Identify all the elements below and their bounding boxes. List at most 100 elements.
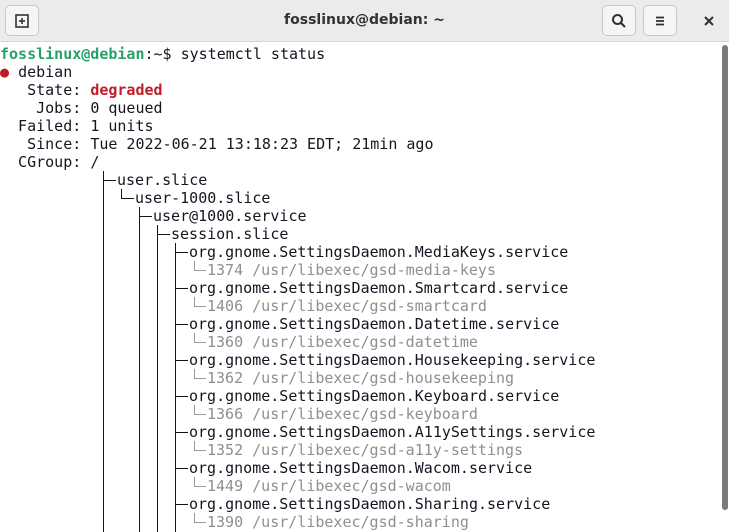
service-name: org.gnome.SettingsDaemon.Smartcard.servi… bbox=[189, 279, 569, 297]
process-line: 1352 /usr/libexec/gsd-a11y-settings bbox=[207, 441, 523, 459]
status-failed: Failed: 1 units bbox=[0, 117, 154, 135]
process-pid: 1406 bbox=[207, 297, 244, 315]
tree-line bbox=[194, 261, 195, 270]
status-value: Tue 2022-06-21 13:18:23 EDT; 21min ago bbox=[90, 135, 434, 153]
service-name: org.gnome.SettingsDaemon.MediaKeys.servi… bbox=[189, 243, 569, 261]
tree-line bbox=[175, 432, 188, 433]
process-line: 1362 /usr/libexec/gsd-housekeeping bbox=[207, 369, 514, 387]
process-pid: 1360 bbox=[207, 333, 244, 351]
tree-line bbox=[121, 189, 122, 198]
status-dot-icon: ● bbox=[0, 63, 10, 81]
tree-line bbox=[175, 360, 188, 361]
hamburger-menu-icon bbox=[656, 16, 664, 25]
tree-line bbox=[194, 405, 195, 414]
process-pid: 1374 bbox=[207, 261, 244, 279]
prompt-user: fosslinux@debian bbox=[0, 45, 145, 63]
process-cmd: /usr/libexec/gsd-keyboard bbox=[252, 405, 478, 423]
tree-line bbox=[121, 198, 134, 199]
status-label: Since: bbox=[0, 135, 91, 153]
status-label: Failed: bbox=[0, 117, 91, 135]
tree-line bbox=[194, 270, 206, 271]
tree-line bbox=[194, 414, 206, 415]
process-pid: 1352 bbox=[207, 441, 244, 459]
process-pid: 1390 bbox=[207, 513, 244, 531]
tree-line bbox=[194, 306, 206, 307]
tree-user-service: user@1000.service bbox=[153, 207, 307, 225]
tree-line bbox=[194, 486, 206, 487]
tree-line bbox=[194, 297, 195, 306]
tree-line bbox=[194, 441, 195, 450]
tree-line bbox=[175, 252, 188, 253]
tree-line bbox=[175, 288, 188, 289]
process-cmd: /usr/libexec/gsd-housekeeping bbox=[252, 369, 515, 387]
service-name: org.gnome.SettingsDaemon.Datetime.servic… bbox=[189, 315, 560, 333]
tree-line bbox=[194, 333, 195, 342]
process-line: 1366 /usr/libexec/gsd-keyboard bbox=[207, 405, 478, 423]
process-cmd: /usr/libexec/gsd-sharing bbox=[252, 513, 469, 531]
prompt-suffix: :~$ bbox=[144, 45, 181, 63]
status-cgroup: CGroup: / bbox=[0, 153, 99, 171]
vertical-scrollbar[interactable] bbox=[719, 43, 729, 532]
process-cmd: /usr/libexec/gsd-a11y-settings bbox=[252, 441, 524, 459]
close-button[interactable] bbox=[693, 5, 725, 36]
tree-line bbox=[194, 450, 206, 451]
service-name: org.gnome.SettingsDaemon.Housekeeping.se… bbox=[189, 351, 596, 369]
search-button[interactable] bbox=[602, 5, 636, 36]
status-value: / bbox=[90, 153, 100, 171]
tree-line bbox=[194, 513, 195, 522]
tree-line bbox=[194, 342, 206, 343]
status-label: Jobs: bbox=[0, 99, 91, 117]
process-pid: 1449 bbox=[207, 477, 244, 495]
process-cmd: /usr/libexec/gsd-wacom bbox=[252, 477, 451, 495]
tree-line bbox=[194, 378, 206, 379]
status-value: 0 queued bbox=[90, 99, 163, 117]
tree-line bbox=[194, 477, 195, 486]
tree-user-1000-slice: user-1000.slice bbox=[135, 189, 271, 207]
tree-line bbox=[175, 468, 188, 469]
tree-line bbox=[194, 522, 206, 523]
status-value-degraded: degraded bbox=[90, 81, 163, 99]
menu-button[interactable] bbox=[643, 5, 677, 36]
title-bar: fosslinux@debian: ~ bbox=[0, 0, 729, 42]
tree-line bbox=[194, 369, 195, 378]
status-jobs: Jobs: 0 queued bbox=[0, 99, 163, 117]
process-cmd: /usr/libexec/gsd-datetime bbox=[252, 333, 478, 351]
process-line: 1360 /usr/libexec/gsd-datetime bbox=[207, 333, 478, 351]
service-name: org.gnome.SettingsDaemon.Sharing.service bbox=[189, 495, 551, 513]
tree-line bbox=[103, 180, 116, 181]
status-state: State: degraded bbox=[0, 81, 163, 99]
tree-line bbox=[139, 207, 140, 532]
tree-line bbox=[157, 234, 170, 235]
tree-line bbox=[175, 324, 188, 325]
tree-line bbox=[175, 243, 176, 532]
process-pid: 1366 bbox=[207, 405, 244, 423]
prompt-line: fosslinux@debian:~$ systemctl status bbox=[0, 45, 325, 63]
tree-line bbox=[103, 171, 104, 532]
process-line: 1406 /usr/libexec/gsd-smartcard bbox=[207, 297, 487, 315]
status-label: CGroup: bbox=[0, 153, 91, 171]
process-cmd: /usr/libexec/gsd-media-keys bbox=[252, 261, 496, 279]
terminal-output[interactable]: fosslinux@debian:~$ systemctl status ● d… bbox=[0, 43, 719, 532]
process-line: 1449 /usr/libexec/gsd-wacom bbox=[207, 477, 451, 495]
service-name: org.gnome.SettingsDaemon.A11ySettings.se… bbox=[189, 423, 596, 441]
status-label: State: bbox=[0, 81, 91, 99]
command-text: systemctl status bbox=[180, 45, 326, 63]
scrollbar-thumb[interactable] bbox=[722, 45, 728, 510]
process-cmd: /usr/libexec/gsd-smartcard bbox=[252, 297, 487, 315]
service-name: org.gnome.SettingsDaemon.Wacom.service bbox=[189, 459, 533, 477]
service-name: org.gnome.SettingsDaemon.Keyboard.servic… bbox=[189, 387, 560, 405]
tree-line bbox=[175, 504, 188, 505]
close-icon bbox=[704, 15, 714, 26]
tree-line bbox=[157, 225, 158, 532]
process-line: 1390 /usr/libexec/gsd-sharing bbox=[207, 513, 469, 531]
status-since: Since: Tue 2022-06-21 13:18:23 EDT; 21mi… bbox=[0, 135, 433, 153]
tree-session-slice: session.slice bbox=[171, 225, 289, 243]
tree-user-slice: user.slice bbox=[117, 171, 208, 189]
tree-line bbox=[175, 396, 188, 397]
status-value: 1 units bbox=[90, 117, 154, 135]
process-line: 1374 /usr/libexec/gsd-media-keys bbox=[207, 261, 496, 279]
search-icon bbox=[612, 13, 626, 28]
host-line: ● debian bbox=[0, 63, 72, 81]
tree-line bbox=[139, 216, 152, 217]
process-pid: 1362 bbox=[207, 369, 244, 387]
